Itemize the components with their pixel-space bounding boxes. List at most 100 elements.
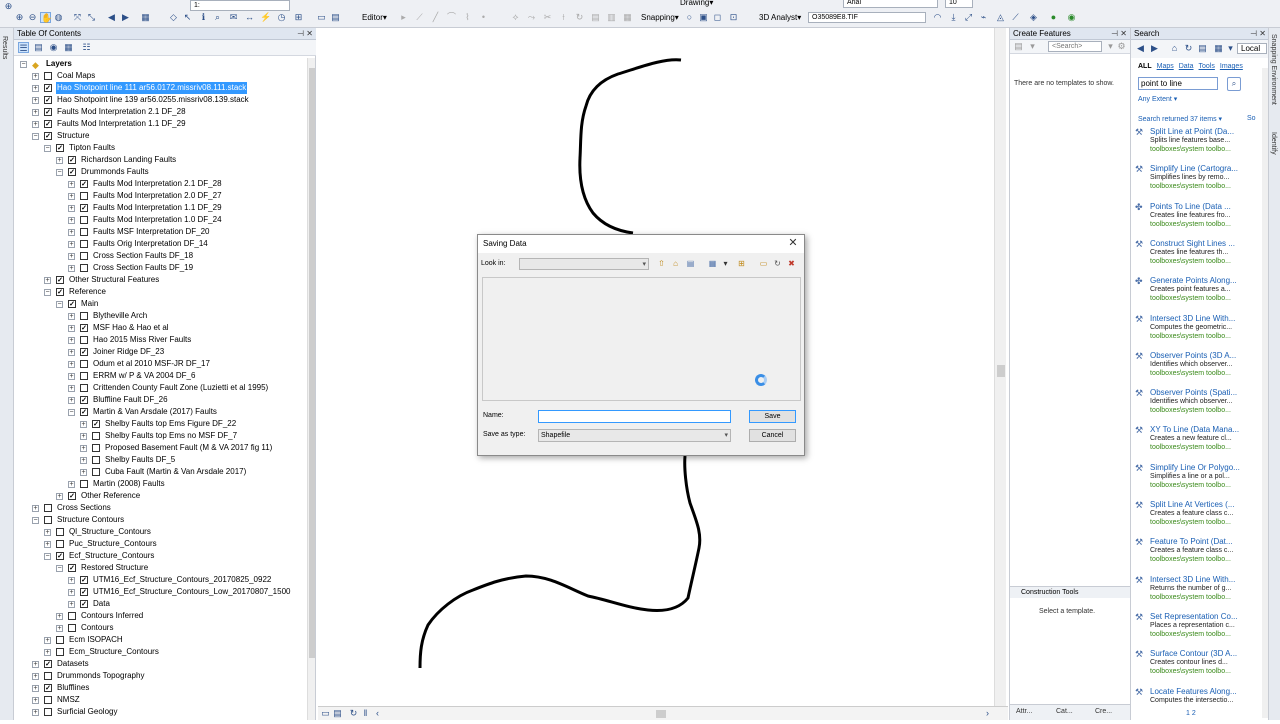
template-properties-icon[interactable]: ⚙ bbox=[1116, 41, 1127, 52]
attributes-icon[interactable]: ▤ bbox=[590, 12, 601, 23]
expand-icon[interactable]: + bbox=[68, 361, 75, 368]
toc-layer-row[interactable]: + Coal Maps bbox=[14, 70, 310, 82]
filter-all[interactable]: ALL bbox=[1138, 63, 1152, 70]
toc-layer-row[interactable]: + ✓ Hao Shotpoint line 139 ar56.0255.missr… bbox=[14, 94, 310, 106]
expand-icon[interactable]: + bbox=[80, 445, 87, 452]
result-title[interactable]: Intersect 3D Line With... bbox=[1150, 575, 1235, 584]
search-result-item[interactable]: ✤ Generate Points Along... Creates point f… bbox=[1135, 276, 1265, 313]
toc-layer-row[interactable]: + ✓ Hao Shotpoint line 111 ar56.0172.missr… bbox=[14, 82, 310, 94]
result-title[interactable]: Locate Features Along... bbox=[1150, 687, 1237, 696]
result-title[interactable]: Split Line at Point (Da... bbox=[1150, 127, 1234, 136]
toc-layer-row[interactable]: + ✓ Joiner Ridge DF_23 bbox=[14, 346, 310, 358]
trace-icon[interactable]: ⌇ bbox=[462, 12, 473, 23]
collapse-icon[interactable]: − bbox=[44, 553, 51, 560]
toc-layer-row[interactable]: − ✓ Tipton Faults bbox=[14, 142, 310, 154]
look-in-dropdown[interactable]: ▾ bbox=[519, 258, 649, 270]
expand-icon[interactable]: + bbox=[68, 205, 75, 212]
options-icon[interactable]: ☷ bbox=[81, 42, 92, 53]
layer-name[interactable]: Richardson Landing Faults bbox=[80, 154, 177, 166]
toc-layer-row[interactable]: + Shelby Faults DF_5 bbox=[14, 454, 310, 466]
options-icon[interactable]: ▦ bbox=[1213, 43, 1224, 54]
visibility-checkbox[interactable] bbox=[80, 252, 88, 260]
template-search-input[interactable]: <Search> bbox=[1048, 41, 1102, 52]
cut-polygons-icon[interactable]: ✂ bbox=[542, 12, 553, 23]
layer-name[interactable]: Datasets bbox=[56, 658, 90, 670]
hyperlink-icon[interactable]: ⚡ bbox=[260, 12, 271, 23]
search-result-item[interactable]: ⚒ Construct Sight Lines ... Creates line f… bbox=[1135, 239, 1265, 276]
layer-name[interactable]: Faults Orig Interpretation DF_14 bbox=[92, 238, 209, 250]
map-vertical-scrollbar[interactable] bbox=[994, 28, 1006, 708]
visibility-checkbox[interactable]: ✓ bbox=[68, 492, 76, 500]
expand-icon[interactable]: + bbox=[44, 637, 51, 644]
profile-icon[interactable]: ⌁ bbox=[978, 12, 989, 23]
search-result-item[interactable]: ⚒ Observer Points (3D A... Identifies whic… bbox=[1135, 351, 1265, 388]
list-by-source-icon[interactable]: ▤ bbox=[33, 42, 44, 53]
list-by-visibility-icon[interactable]: ◉ bbox=[48, 42, 59, 53]
layer-name[interactable]: Martin (2008) Faults bbox=[92, 478, 166, 490]
layer-name[interactable]: Shelby Faults DF_5 bbox=[104, 454, 176, 466]
close-icon[interactable]: ✕ bbox=[786, 236, 800, 251]
layer-name[interactable]: Contours Inferred bbox=[80, 610, 144, 622]
layer-name[interactable]: Structure Contours bbox=[56, 514, 125, 526]
search-result-item[interactable]: ⚒ Split Line At Vertices (... Creates a fe… bbox=[1135, 500, 1265, 537]
snapping-menu[interactable]: Snapping▾ bbox=[641, 12, 679, 23]
toc-layer-row[interactable]: + Surficial Geology bbox=[14, 706, 310, 718]
toc-layer-row[interactable]: + Proposed Basement Fault (M & VA 2017 fi… bbox=[14, 442, 310, 454]
edge-snapping-icon[interactable]: ⊡ bbox=[728, 12, 739, 23]
scroll-left-icon[interactable]: ‹ bbox=[372, 708, 383, 719]
expand-icon[interactable]: + bbox=[32, 661, 39, 668]
toc-layer-row[interactable]: + Faults MSF Interpretation DF_20 bbox=[14, 226, 310, 238]
layer-name[interactable]: Martin & Van Arsdale (2017) Faults bbox=[92, 406, 218, 418]
toc-layer-row[interactable]: + ✓ UTM16_Ecf_Structure_Contours_Low_20170… bbox=[14, 586, 310, 598]
expand-icon[interactable]: + bbox=[68, 349, 75, 356]
visibility-checkbox[interactable] bbox=[68, 612, 76, 620]
search-result-item[interactable]: ⚒ Split Line at Point (Da... Splits line f… bbox=[1135, 127, 1265, 164]
zoom-in-icon[interactable]: ⊕ bbox=[14, 12, 25, 23]
chevron-down-icon[interactable]: ▾ bbox=[720, 259, 731, 269]
collapse-icon[interactable]: − bbox=[56, 301, 63, 308]
visibility-checkbox[interactable] bbox=[92, 456, 100, 464]
toc-layer-row[interactable]: + ✓ Other Structural Features bbox=[14, 274, 310, 286]
up-folder-icon[interactable]: ⇧ bbox=[656, 259, 667, 269]
list-by-selection-icon[interactable]: ▦ bbox=[63, 42, 74, 53]
end-snapping-icon[interactable]: ▣ bbox=[698, 12, 709, 23]
back-extent-icon[interactable]: ◀ bbox=[106, 12, 117, 23]
result-title[interactable]: XY To Line (Data Mana... bbox=[1150, 425, 1239, 434]
pagination[interactable]: 1 2 bbox=[1186, 710, 1196, 717]
layer-name[interactable]: Blufflines bbox=[56, 682, 90, 694]
pin-icon[interactable]: ⊣ ✕ bbox=[1250, 28, 1266, 40]
search-input[interactable]: point to line bbox=[1138, 77, 1218, 90]
layer-name[interactable]: Faults Mod Interpretation 1.0 DF_24 bbox=[92, 214, 223, 226]
scroll-right-icon[interactable]: › bbox=[982, 708, 993, 719]
result-title[interactable]: Simplify Line Or Polygo... bbox=[1150, 463, 1240, 472]
expand-icon[interactable]: + bbox=[80, 421, 87, 428]
clear-selection-icon[interactable]: ◇ bbox=[168, 12, 179, 23]
view-list-icon[interactable]: ▦ bbox=[707, 259, 718, 269]
toc-layer-row[interactable]: + ✓ Faults Mod Interpretation 2.1 DF_28 bbox=[14, 106, 310, 118]
pan-icon[interactable]: ✋ bbox=[40, 12, 52, 23]
expand-icon[interactable]: + bbox=[68, 193, 75, 200]
result-title[interactable]: Construct Sight Lines ... bbox=[1150, 239, 1235, 248]
layer-name[interactable]: Contours bbox=[80, 622, 114, 634]
toc-layer-row[interactable]: + Drummonds Topography bbox=[14, 670, 310, 682]
search-icon[interactable]: ⌕ bbox=[1227, 77, 1241, 91]
layer-name[interactable]: Odum et al 2010 MSF-JR DF_17 bbox=[92, 358, 211, 370]
toc-layer-row[interactable]: − Structure Contours bbox=[14, 514, 310, 526]
expand-icon[interactable]: + bbox=[80, 457, 87, 464]
expand-icon[interactable]: + bbox=[56, 625, 63, 632]
visibility-checkbox[interactable] bbox=[92, 432, 100, 440]
zoom-out-icon[interactable]: ⊖ bbox=[27, 12, 38, 23]
edit-vertices-icon[interactable]: ⟡ bbox=[510, 12, 521, 23]
forward-icon[interactable]: ▶ bbox=[1149, 43, 1160, 54]
visibility-checkbox[interactable] bbox=[80, 480, 88, 488]
pin-icon[interactable]: ⊣ ✕ bbox=[297, 28, 313, 40]
visibility-checkbox[interactable] bbox=[80, 228, 88, 236]
expand-icon[interactable]: + bbox=[32, 97, 39, 104]
toc-layer-row[interactable]: − ◆ Layers bbox=[14, 58, 310, 70]
visibility-checkbox[interactable] bbox=[80, 264, 88, 272]
toc-layer-row[interactable]: + ✓ Blufflines bbox=[14, 682, 310, 694]
visibility-checkbox[interactable]: ✓ bbox=[80, 204, 88, 212]
toc-layer-row[interactable]: − ✓ Reference bbox=[14, 286, 310, 298]
zoom-in-icon[interactable]: ⊕ bbox=[3, 1, 14, 12]
result-title[interactable]: Simplify Line (Cartogra... bbox=[1150, 164, 1238, 173]
